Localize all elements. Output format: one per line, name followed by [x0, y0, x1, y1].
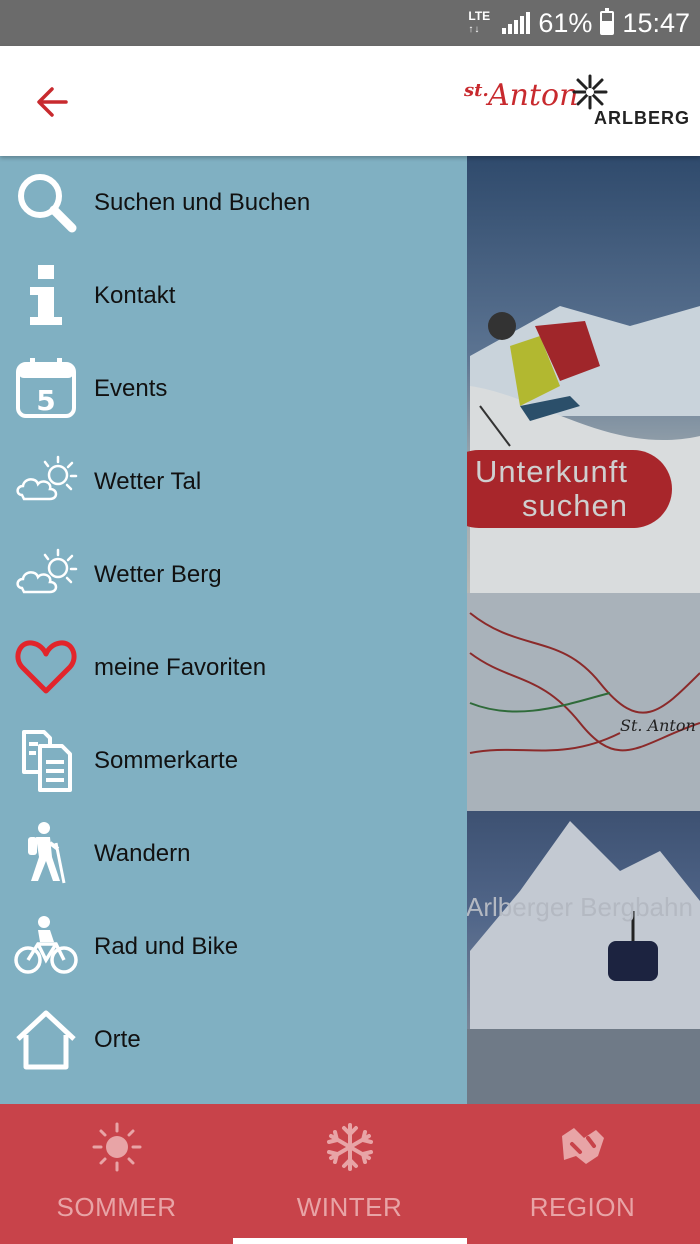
weather-icon: [16, 548, 78, 594]
menu-item-label: Sommerkarte: [94, 746, 239, 774]
menu-item-rad-und-bike[interactable]: Rad und Bike: [0, 900, 467, 993]
menu-item-wetter-tal[interactable]: Wetter Tal: [0, 435, 467, 528]
menu-item-sommerkarte[interactable]: Sommerkarte: [0, 714, 467, 807]
network-type: LTE: [468, 9, 491, 23]
find-accommodation-button[interactable]: Unterkunft suchen: [440, 450, 672, 528]
documents-icon: [22, 730, 72, 792]
menu-item-label: Kontakt: [94, 281, 176, 309]
menu-item-label: meine Favoriten: [94, 653, 267, 681]
bottom-navigation: SOMMER WINTER REGION: [0, 1104, 700, 1244]
menu-item-events[interactable]: 5 Events: [0, 342, 467, 435]
active-tab-indicator: [233, 1238, 467, 1244]
weather-icon: [16, 455, 78, 501]
menu-item-suchen-und-buchen[interactable]: Suchen und Buchen: [0, 156, 467, 249]
st-anton-logo: st. Anton ARLBERG: [464, 74, 689, 134]
map-icon: [561, 1128, 604, 1164]
nav-tab-region[interactable]: REGION: [466, 1104, 699, 1244]
back-button[interactable]: [28, 78, 76, 126]
heart-icon: [15, 640, 77, 694]
menu-item-label: Rad und Bike: [94, 932, 239, 960]
magnifier-icon: [18, 174, 77, 233]
cyclist-icon: [14, 916, 78, 974]
map-logo-label: St. Anton: [620, 716, 696, 735]
menu-item-label: Events: [94, 374, 168, 402]
snowflake-icon: [326, 1123, 373, 1171]
app-header: st. Anton ARLBERG: [0, 46, 700, 156]
info-icon: [30, 265, 62, 325]
bergbahn-label: Arlberger Bergbahn: [466, 892, 693, 922]
battery-icon: [600, 8, 615, 35]
lte-icon: LTE ↑↓: [468, 9, 491, 35]
menu-item-wetter-berg[interactable]: Wetter Berg: [0, 528, 467, 621]
menu-item-wandern[interactable]: Wandern: [0, 807, 467, 900]
navigation-drawer: Suchen und Buchen Kontakt 5 Events Wette…: [0, 156, 467, 1104]
menu-item-orte[interactable]: Orte: [0, 993, 467, 1086]
battery-percent: 61%: [538, 7, 593, 38]
menu-item-kontakt[interactable]: Kontakt: [0, 249, 467, 342]
svg-text:5: 5: [36, 384, 55, 417]
status-bar: LTE ↑↓ 61% 15:47: [0, 0, 700, 46]
nav-tab-winter[interactable]: WINTER: [233, 1104, 466, 1244]
hiker-icon: [28, 822, 66, 884]
arrow-left-icon: [37, 87, 68, 117]
sun-icon: [92, 1122, 141, 1172]
nav-tab-label: REGION: [529, 1192, 636, 1222]
home-icon: [16, 1010, 76, 1070]
nav-tab-sommer[interactable]: SOMMER: [0, 1104, 233, 1244]
menu-item-meine-favoriten[interactable]: meine Favoriten: [0, 621, 467, 714]
calendar-icon: 5: [16, 358, 76, 418]
nav-tab-label: SOMMER: [56, 1192, 177, 1222]
signal-icon: [502, 12, 531, 34]
nav-tab-label: WINTER: [296, 1192, 403, 1222]
menu-item-label: Orte: [94, 1025, 141, 1053]
menu-item-label: Wetter Tal: [94, 467, 202, 495]
menu-item-label: Suchen und Buchen: [94, 188, 311, 216]
menu-item-label: Wandern: [94, 839, 191, 867]
snowflake-logo-icon: [572, 74, 608, 110]
clock: 15:47: [622, 7, 690, 38]
menu-item-label: Wetter Berg: [94, 560, 222, 588]
